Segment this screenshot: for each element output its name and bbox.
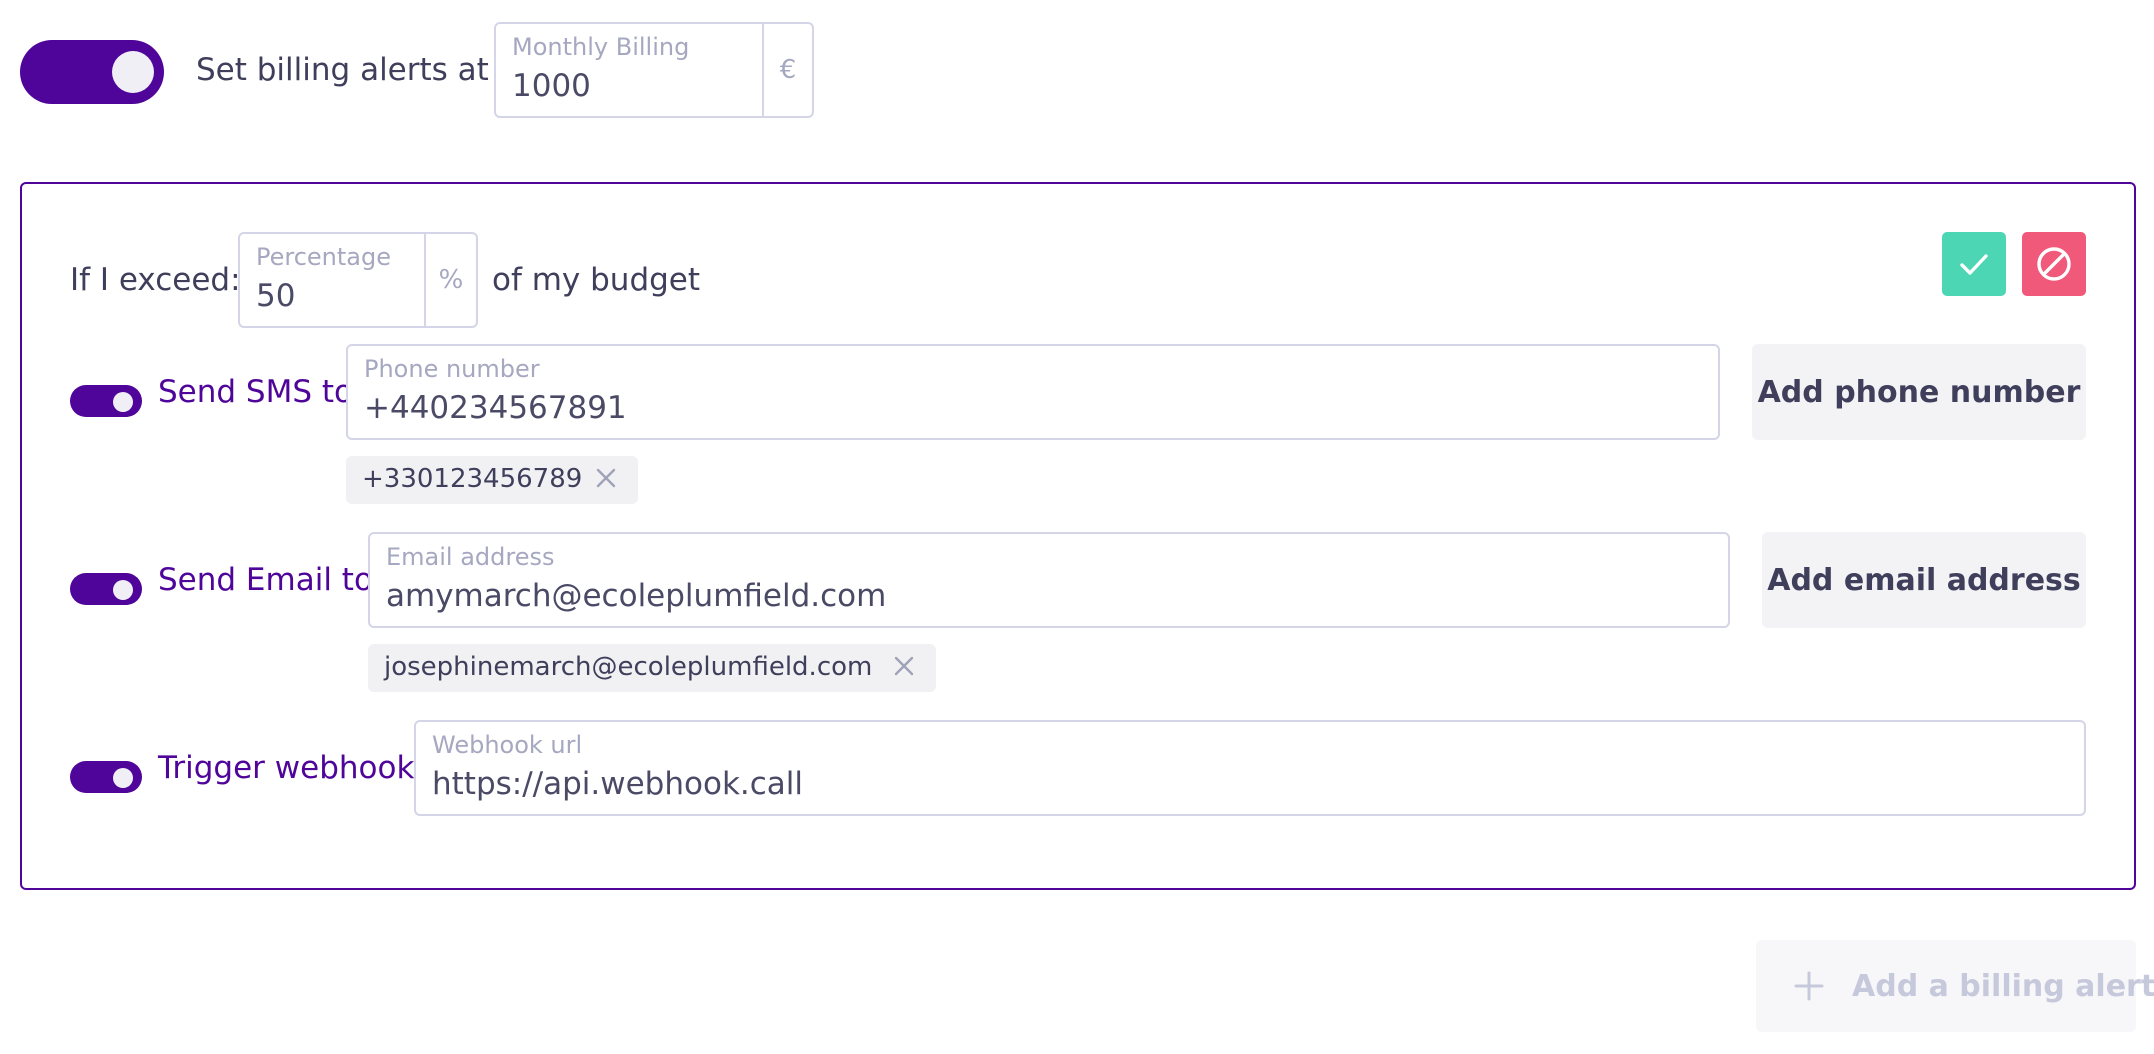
webhook-url-field[interactable]: Webhook url https://api.webhook.call <box>414 720 2086 816</box>
toggle-knob <box>112 51 154 93</box>
webhook-url-value[interactable]: https://api.webhook.call <box>432 766 803 802</box>
add-phone-number-button[interactable]: Add phone number <box>1752 344 2086 440</box>
webhook-url-label: Webhook url <box>432 731 583 759</box>
cancel-button[interactable] <box>2022 232 2086 296</box>
add-billing-alert-button[interactable]: Add a billing alert <box>1756 940 2154 1032</box>
toggle-knob <box>113 768 133 788</box>
email-address-label: Email address <box>386 543 555 571</box>
plus-icon <box>1792 969 1826 1003</box>
chip-label: +330123456789 <box>362 464 583 494</box>
phone-number-value[interactable]: +440234567891 <box>364 390 627 426</box>
email-address-value[interactable]: amymarch@ecoleplumfield.com <box>386 578 886 614</box>
phone-chip: +330123456789 <box>346 456 638 504</box>
phone-number-field[interactable]: Phone number +440234567891 <box>346 344 1720 440</box>
percentage-label: Percentage <box>256 243 392 271</box>
billing-alerts-toggle[interactable] <box>20 40 164 104</box>
monthly-billing-value[interactable]: 1000 <box>512 68 591 104</box>
email-label: Send Email to <box>158 562 373 598</box>
phone-number-label: Phone number <box>364 355 540 383</box>
email-chip: josephinemarch@ecoleplumfield.com <box>368 644 936 692</box>
monthly-billing-label: Monthly Billing <box>512 33 690 61</box>
check-icon <box>1960 254 1988 275</box>
percent-unit: % <box>424 234 476 326</box>
sms-label: Send SMS to <box>158 374 354 410</box>
close-icon[interactable] <box>592 464 620 499</box>
cancel-icon <box>2037 247 2071 281</box>
confirm-button[interactable] <box>1942 232 2006 296</box>
percentage-field[interactable]: Percentage 50 % <box>238 232 478 328</box>
currency-unit: € <box>762 24 812 116</box>
chip-label: josephinemarch@ecoleplumfield.com <box>384 652 873 682</box>
close-icon[interactable] <box>890 652 918 687</box>
add-billing-alert-label: Add a billing alert <box>1852 968 2154 1004</box>
monthly-billing-field[interactable]: Monthly Billing 1000 € <box>494 22 814 118</box>
email-toggle[interactable] <box>70 573 142 605</box>
toggle-knob <box>113 392 133 412</box>
add-email-address-button[interactable]: Add email address <box>1762 532 2086 628</box>
webhook-label: Trigger webhook <box>158 750 415 786</box>
webhook-toggle[interactable] <box>70 761 142 793</box>
sms-toggle[interactable] <box>70 385 142 417</box>
email-address-field[interactable]: Email address amymarch@ecoleplumfield.co… <box>368 532 1730 628</box>
budget-suffix: of my budget <box>492 262 701 298</box>
percentage-value[interactable]: 50 <box>256 278 295 314</box>
toggle-knob <box>113 580 133 600</box>
exceed-label: If I exceed: <box>70 262 241 298</box>
billing-alerts-label: Set billing alerts at <box>196 52 489 88</box>
